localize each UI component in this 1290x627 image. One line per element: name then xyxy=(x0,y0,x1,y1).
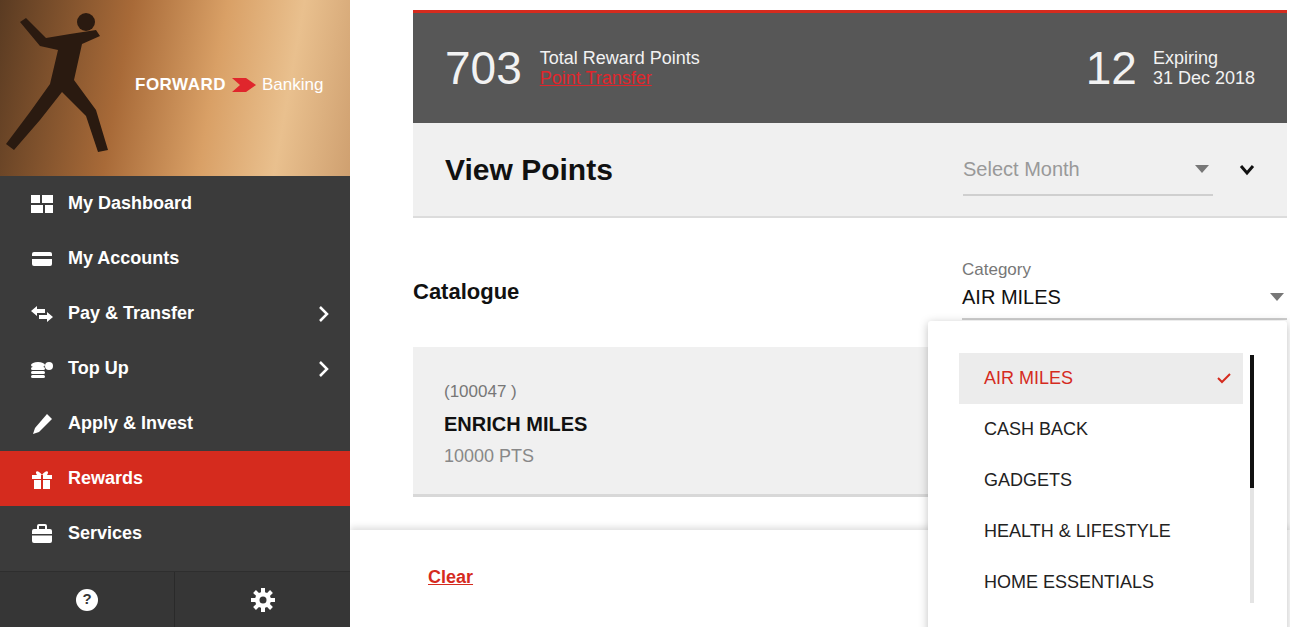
category-option[interactable]: HEALTH & LIFESTYLE xyxy=(959,506,1243,557)
category-option[interactable]: GADGETS xyxy=(959,455,1243,506)
category-option[interactable]: HOME ESSENTIALS xyxy=(959,557,1243,608)
runner-figure xyxy=(0,0,140,176)
sidebar-item[interactable]: Rewards xyxy=(0,451,350,506)
catalogue-header: CatalogueCategoryAIR MILES xyxy=(413,250,1287,320)
logo-brand: FORWARD xyxy=(135,72,226,98)
scrollbar-track xyxy=(1250,355,1254,603)
sidebar-footer: ? xyxy=(0,571,350,627)
check-icon xyxy=(1217,373,1231,384)
dashboard-icon xyxy=(30,195,54,213)
category-option-label: HEALTH & LIFESTYLE xyxy=(984,518,1231,545)
month-select[interactable] xyxy=(963,144,1213,196)
sidebar-item-label: Rewards xyxy=(68,465,330,492)
sidebar-item[interactable]: My Accounts xyxy=(0,231,350,286)
category-option-label: GADGETS xyxy=(984,467,1231,494)
logo: FORWARD Banking xyxy=(135,72,323,98)
category-option-label: CASH BACK xyxy=(984,416,1231,443)
coins-icon xyxy=(30,359,54,379)
sidebar-menu: My Dashboard My Accounts Pay & Transfer Top… xyxy=(0,176,350,561)
points-summary: 703 Total Reward PointsPoint Transfer 12 Ex… xyxy=(413,10,1287,123)
expiring-label: Expiring xyxy=(1153,48,1255,68)
view-points-panel: View Points xyxy=(413,123,1287,218)
clear-button[interactable]: Clear xyxy=(428,564,473,591)
pencil-icon xyxy=(30,413,54,435)
logo-arrow-icon xyxy=(232,78,256,92)
sidebar-item[interactable]: Services xyxy=(0,506,350,561)
category-option[interactable]: CASH BACK xyxy=(959,404,1243,455)
category-options: AIR MILES CASH BACK GADGETS HEALTH & LIFEST… xyxy=(959,353,1243,608)
sidebar-item[interactable]: My Dashboard xyxy=(0,176,350,231)
caret-down-icon xyxy=(1195,165,1209,173)
header-photo: FORWARD Banking xyxy=(0,0,350,176)
help-button[interactable]: ? xyxy=(0,572,175,627)
total-points-label: Total Reward Points xyxy=(540,48,700,68)
chevron-right-icon xyxy=(318,306,330,322)
sidebar-item-label: My Dashboard xyxy=(68,190,330,217)
category-option-label: HOME ESSENTIALS xyxy=(984,569,1231,596)
gift-icon xyxy=(30,469,54,489)
briefcase-icon xyxy=(30,524,54,544)
sidebar-item-label: Pay & Transfer xyxy=(68,300,304,327)
point-transfer-link[interactable]: Point Transfer xyxy=(540,68,700,88)
scrollbar-thumb[interactable] xyxy=(1250,355,1254,488)
logo-suffix: Banking xyxy=(262,72,323,98)
expiring-points: 12 Expiring31 Dec 2018 xyxy=(1086,45,1255,91)
total-points: 703 Total Reward PointsPoint Transfer xyxy=(445,45,700,91)
total-points-labels: Total Reward PointsPoint Transfer xyxy=(540,48,700,88)
total-points-value: 703 xyxy=(445,45,522,91)
expand-chevron-icon[interactable] xyxy=(1239,164,1255,176)
category-option-label: AIR MILES xyxy=(984,365,1217,392)
view-points-title: View Points xyxy=(445,147,963,192)
transfer-icon xyxy=(30,305,54,323)
gear-icon xyxy=(251,588,275,612)
sidebar-item[interactable]: Top Up xyxy=(0,341,350,396)
catalogue-title: Catalogue xyxy=(413,275,962,320)
main-content: 703 Total Reward PointsPoint Transfer 12 Ex… xyxy=(350,0,1290,627)
card-icon xyxy=(30,250,54,268)
expiring-points-value: 12 xyxy=(1086,45,1137,91)
category-select[interactable]: CategoryAIR MILES xyxy=(962,257,1287,321)
sidebar-item[interactable]: Apply & Invest xyxy=(0,396,350,451)
category-label: Category xyxy=(962,257,1287,283)
sidebar-item-label: My Accounts xyxy=(68,245,330,272)
sidebar: FORWARD Banking My Dashboard My Accounts Pay… xyxy=(0,0,350,627)
expiring-date: 31 Dec 2018 xyxy=(1153,68,1255,88)
chevron-right-icon xyxy=(318,361,330,377)
sidebar-item-label: Services xyxy=(68,520,330,547)
settings-button[interactable] xyxy=(175,572,350,627)
category-dropdown: AIR MILES CASH BACK GADGETS HEALTH & LIFEST… xyxy=(928,321,1287,627)
category-value: AIR MILES xyxy=(962,282,1270,312)
caret-down-icon xyxy=(1270,293,1284,301)
expiring-labels: Expiring31 Dec 2018 xyxy=(1153,48,1255,88)
month-select-input[interactable] xyxy=(963,154,1195,184)
sidebar-item[interactable]: Pay & Transfer xyxy=(0,286,350,341)
help-icon: ? xyxy=(76,589,98,611)
category-value-row: AIR MILES xyxy=(962,282,1287,312)
sidebar-item-label: Apply & Invest xyxy=(68,410,330,437)
sidebar-item-label: Top Up xyxy=(68,355,304,382)
category-option[interactable]: AIR MILES xyxy=(959,353,1243,404)
